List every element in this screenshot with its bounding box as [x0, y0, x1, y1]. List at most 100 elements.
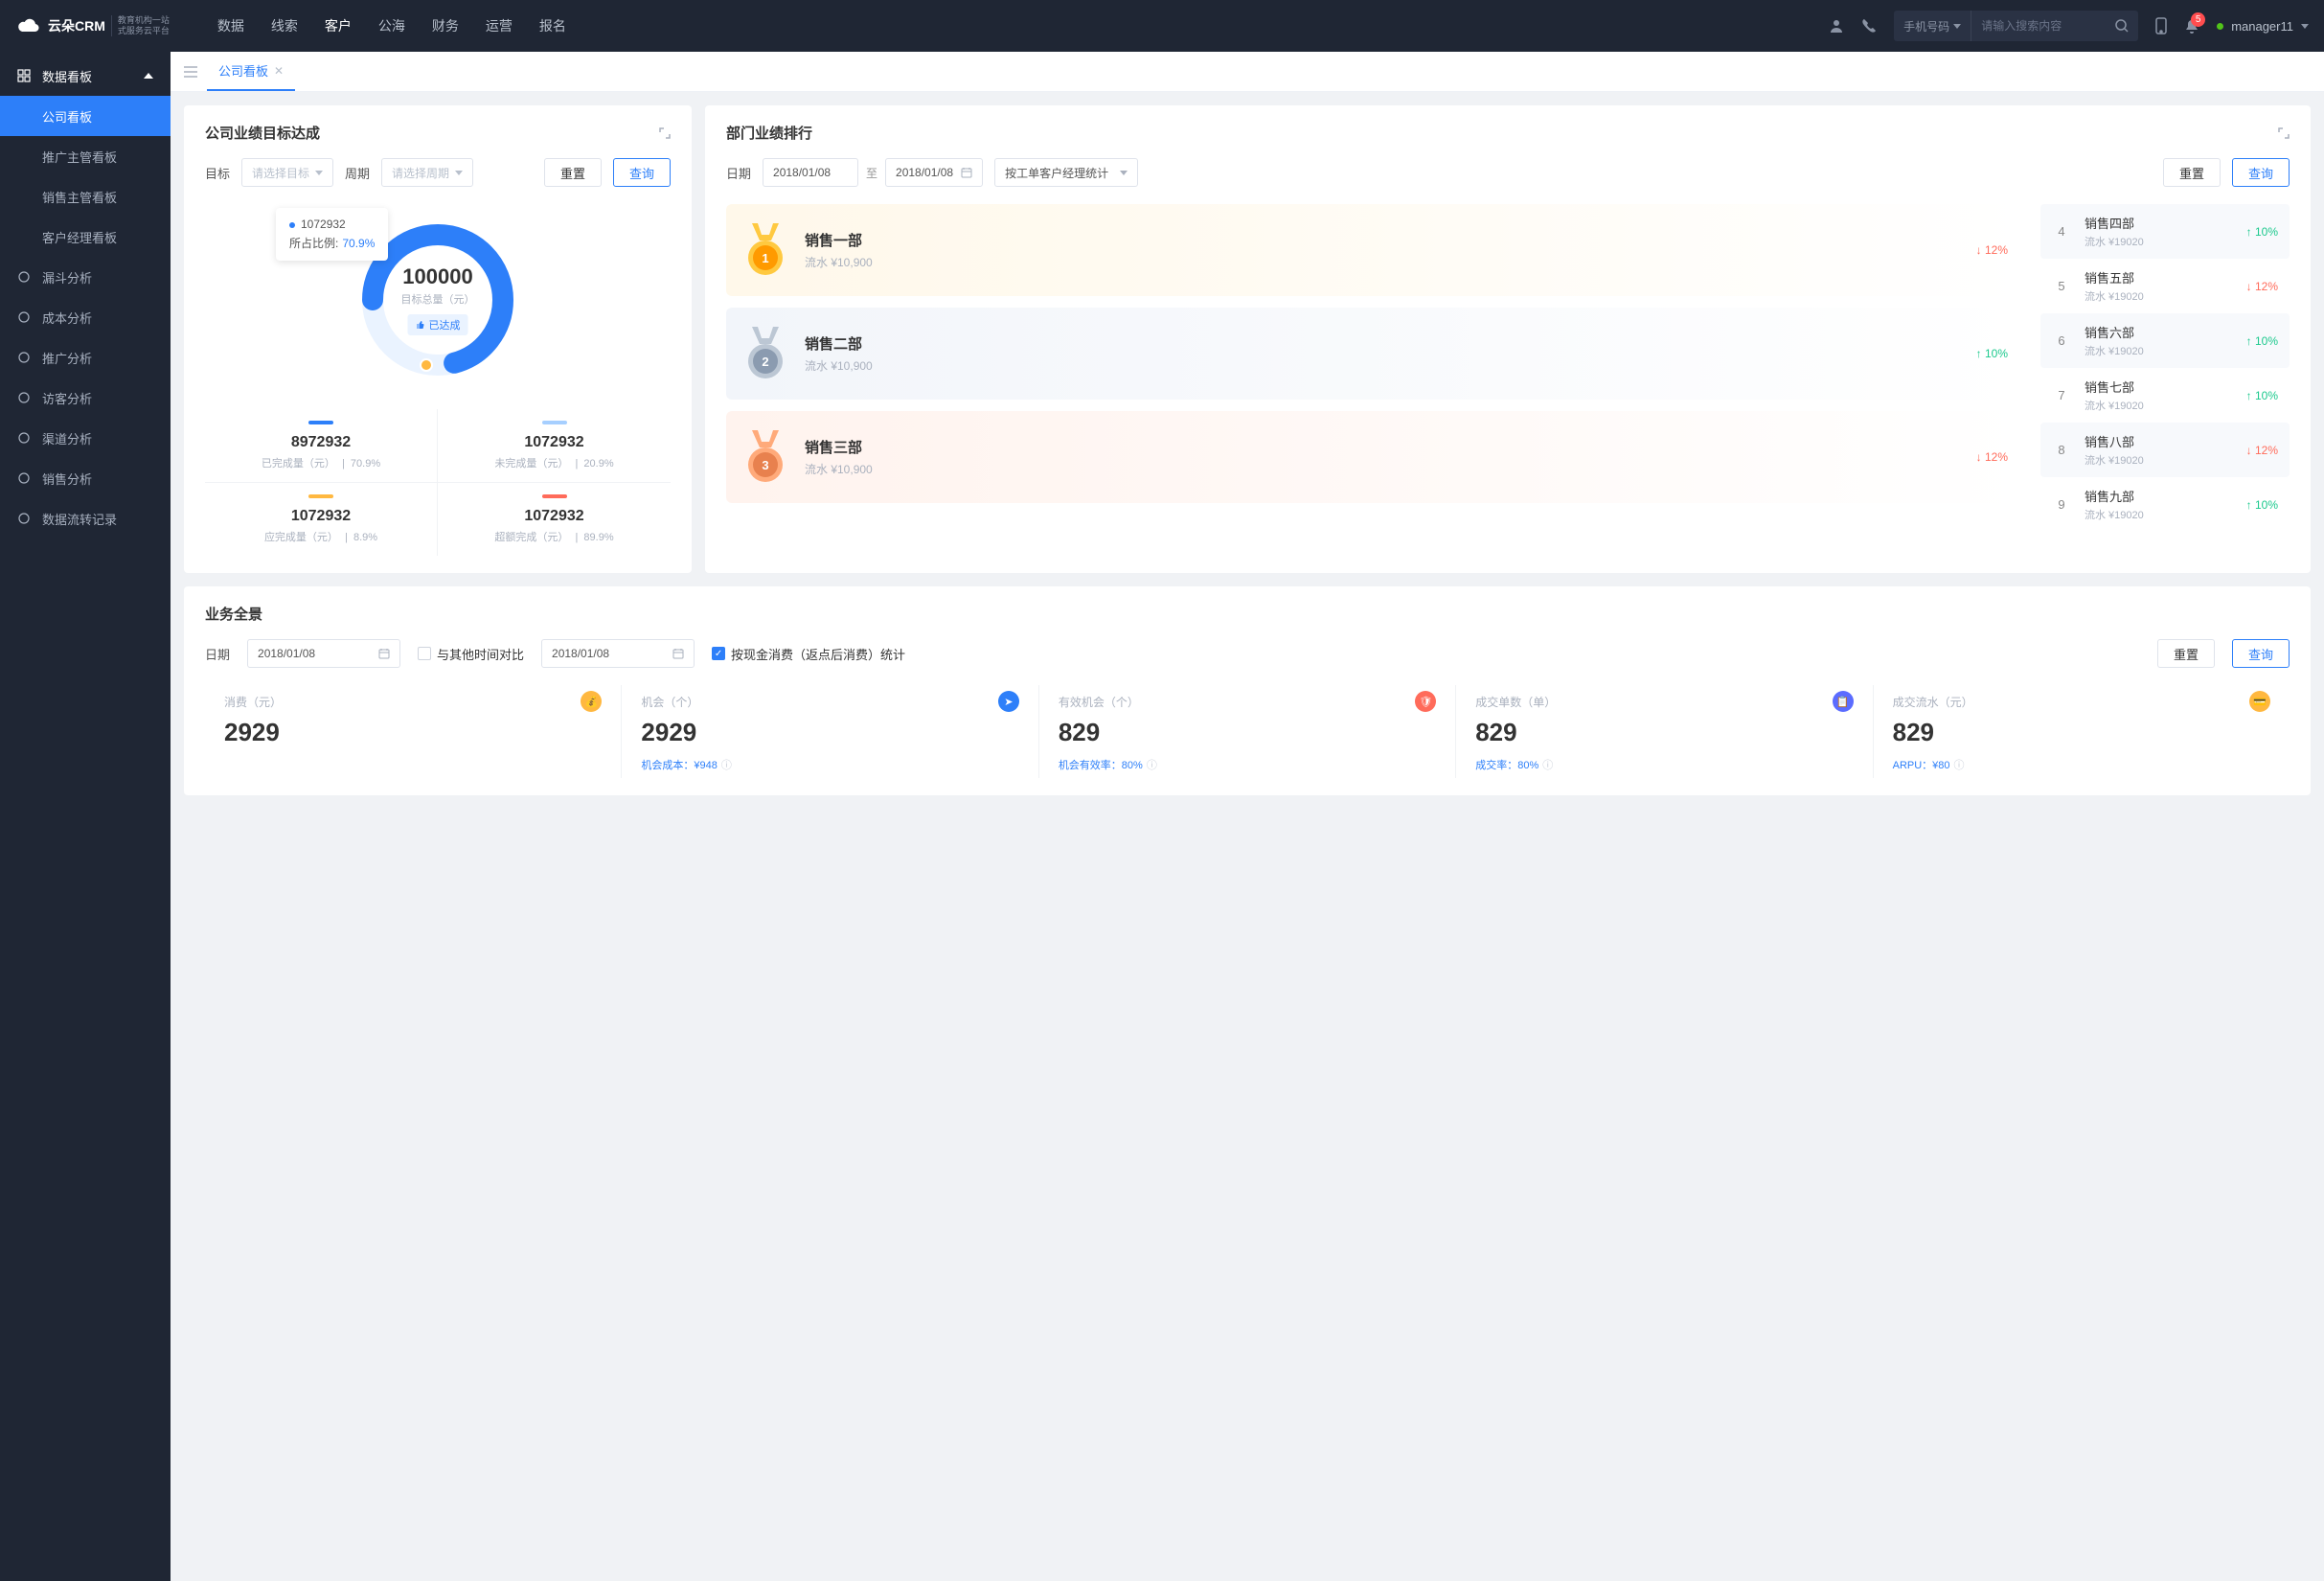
sidebar-item-channel[interactable]: 渠道分析 [0, 418, 171, 458]
mobile-icon[interactable] [2155, 17, 2167, 34]
search-prefix-select[interactable]: 手机号码 [1894, 11, 1971, 41]
trend-indicator: ↓ 12% [2246, 280, 2278, 293]
trend-indicator: ↓ 12% [1976, 450, 2008, 464]
sidebar-header-dashboard[interactable]: 数据看板 [0, 56, 171, 96]
person-icon[interactable] [1829, 18, 1844, 34]
brand-sub: 教育机构一站式服务云平台 [111, 15, 170, 36]
overview-date1[interactable]: 2018/01/08 [247, 639, 400, 668]
phone-icon[interactable] [1861, 18, 1877, 34]
stat-icon: 📋 [1833, 691, 1854, 712]
trend-indicator: ↑ 10% [2246, 225, 2278, 239]
rank-row-7: 7销售七部流水 ¥19020↑ 10% [2040, 368, 2290, 423]
calendar-icon [672, 648, 684, 659]
query-button[interactable]: 查询 [613, 158, 671, 187]
stat-icon: 💰 [581, 691, 602, 712]
achieved-badge: 已达成 [408, 314, 468, 335]
reset-button[interactable]: 重置 [2157, 639, 2215, 668]
nav-item-5[interactable]: 运营 [486, 16, 513, 35]
sidebar-item-promo[interactable]: 推广分析 [0, 337, 171, 378]
compare-checkbox[interactable]: 与其他时间对比 [418, 645, 524, 663]
tab-company-board[interactable]: 公司看板 ✕ [207, 52, 295, 91]
channel-icon [17, 431, 31, 445]
hamburger-icon[interactable] [184, 66, 197, 78]
expand-icon[interactable] [2278, 127, 2290, 139]
nav-item-3[interactable]: 公海 [378, 16, 405, 35]
nav-item-2[interactable]: 客户 [325, 16, 352, 35]
sidebar-sub-0[interactable]: 公司看板 [0, 96, 171, 136]
date-to-input[interactable]: 2018/01/08 [885, 158, 983, 187]
reset-button[interactable]: 重置 [2163, 158, 2221, 187]
overview-card: 业务全景 日期 2018/01/08 与其他时间对比 2018/01/08 ✓ … [184, 586, 2311, 795]
expand-icon[interactable] [659, 127, 671, 139]
username: manager11 [2231, 19, 2293, 34]
metric-cell-3: 1072932超额完成（元） | 89.9% [438, 483, 671, 556]
donut-value: 100000 [401, 264, 475, 289]
overview-title: 业务全景 [205, 604, 2290, 624]
sidebar-sub-2[interactable]: 销售主管看板 [0, 176, 171, 217]
rank-row-6: 6销售六部流水 ¥19020↑ 10% [2040, 313, 2290, 368]
help-icon[interactable]: ⓘ [1954, 757, 1965, 772]
calendar-icon [961, 167, 972, 178]
rank-row-5: 5销售五部流水 ¥19020↓ 12% [2040, 259, 2290, 313]
nav-item-0[interactable]: 数据 [217, 16, 244, 35]
rank-row-9: 9销售九部流水 ¥19020↑ 10% [2040, 477, 2290, 532]
user-menu[interactable]: manager11 [2217, 19, 2309, 34]
reset-button[interactable]: 重置 [544, 158, 602, 187]
goal-title: 公司业绩目标达成 [205, 123, 320, 143]
sidebar-sub-3[interactable]: 客户经理看板 [0, 217, 171, 257]
help-icon[interactable]: ⓘ [1147, 757, 1157, 772]
metric-cell-2: 1072932应完成量（元） | 8.9% [205, 483, 438, 556]
stat-icon: ➤ [998, 691, 1019, 712]
sidebar-item-sales[interactable]: 销售分析 [0, 458, 171, 498]
sidebar-item-flow[interactable]: 数据流转记录 [0, 498, 171, 538]
rank-top-1: 1销售一部流水 ¥10,900↓ 12% [726, 204, 2023, 296]
nav-item-1[interactable]: 线索 [271, 16, 298, 35]
stat-cell-0: 消费（元）💰2929 [205, 685, 622, 778]
trend-indicator: ↑ 10% [2246, 498, 2278, 512]
target-select[interactable]: 请选择目标 [241, 158, 333, 187]
date-from-input[interactable]: 2018/01/08 [763, 158, 858, 187]
stat-foot: 机会成本：¥948 ⓘ [641, 757, 1018, 772]
search-icon[interactable] [2106, 19, 2138, 33]
period-label: 周期 [345, 164, 370, 182]
query-button[interactable]: 查询 [2232, 158, 2290, 187]
period-select[interactable]: 请选择周期 [381, 158, 473, 187]
sidebar-sub-1[interactable]: 推广主管看板 [0, 136, 171, 176]
sidebar-item-cost[interactable]: 成本分析 [0, 297, 171, 337]
funnel-icon [17, 270, 31, 284]
metric-cell-0: 8972932已完成量（元） | 70.9% [205, 409, 438, 483]
sidebar-item-funnel[interactable]: 漏斗分析 [0, 257, 171, 297]
date-label: 日期 [205, 645, 230, 663]
overview-date2[interactable]: 2018/01/08 [541, 639, 695, 668]
ranking-card: 部门业绩排行 日期 2018/01/08 至 2018/01/08 按工单客户经… [705, 105, 2311, 573]
goal-card: 公司业绩目标达成 目标 请选择目标 周期 请选择周期 重置 查询 1072932… [184, 105, 692, 573]
ranking-title: 部门业绩排行 [726, 123, 812, 143]
stat-cell-2: 有效机会（个）🛡829机会有效率：80% ⓘ [1039, 685, 1456, 778]
chart-tooltip: 1072932 所占比例:70.9% [276, 208, 388, 261]
notif-badge: 5 [2191, 12, 2205, 27]
help-icon[interactable]: ⓘ [1542, 757, 1553, 772]
stat-cell-4: 成交流水（元）💳829ARPU：¥80 ⓘ [1874, 685, 2290, 778]
trend-indicator: ↑ 10% [2246, 334, 2278, 348]
close-icon[interactable]: ✕ [274, 64, 284, 78]
help-icon[interactable]: ⓘ [721, 757, 732, 772]
calendar-icon [378, 648, 390, 659]
search-input[interactable] [1971, 19, 2106, 33]
svg-text:3: 3 [762, 458, 768, 472]
nav-item-4[interactable]: 财务 [432, 16, 459, 35]
statby-select[interactable]: 按工单客户经理统计 [994, 158, 1138, 187]
rank-top-2: 2销售二部流水 ¥10,900↑ 10% [726, 308, 2023, 400]
query-button[interactable]: 查询 [2232, 639, 2290, 668]
nav-item-6[interactable]: 报名 [539, 16, 566, 35]
status-dot [2217, 23, 2223, 30]
sidebar-item-visitor[interactable]: 访客分析 [0, 378, 171, 418]
consume-checkbox[interactable]: ✓ 按现金消费（返点后消费）统计 [712, 645, 905, 663]
medal-3-icon: 3 [741, 428, 789, 486]
cloud-icon [15, 12, 42, 39]
date-label: 日期 [726, 164, 751, 182]
nav-menu: 数据 线索 客户 公海 财务 运营 报名 [217, 16, 566, 35]
logo[interactable]: 云朵CRM 教育机构一站式服务云平台 [15, 12, 170, 39]
bell-icon[interactable]: 5 [2184, 18, 2199, 34]
trend-indicator: ↑ 10% [2246, 389, 2278, 402]
thumbs-up-icon [416, 320, 425, 330]
